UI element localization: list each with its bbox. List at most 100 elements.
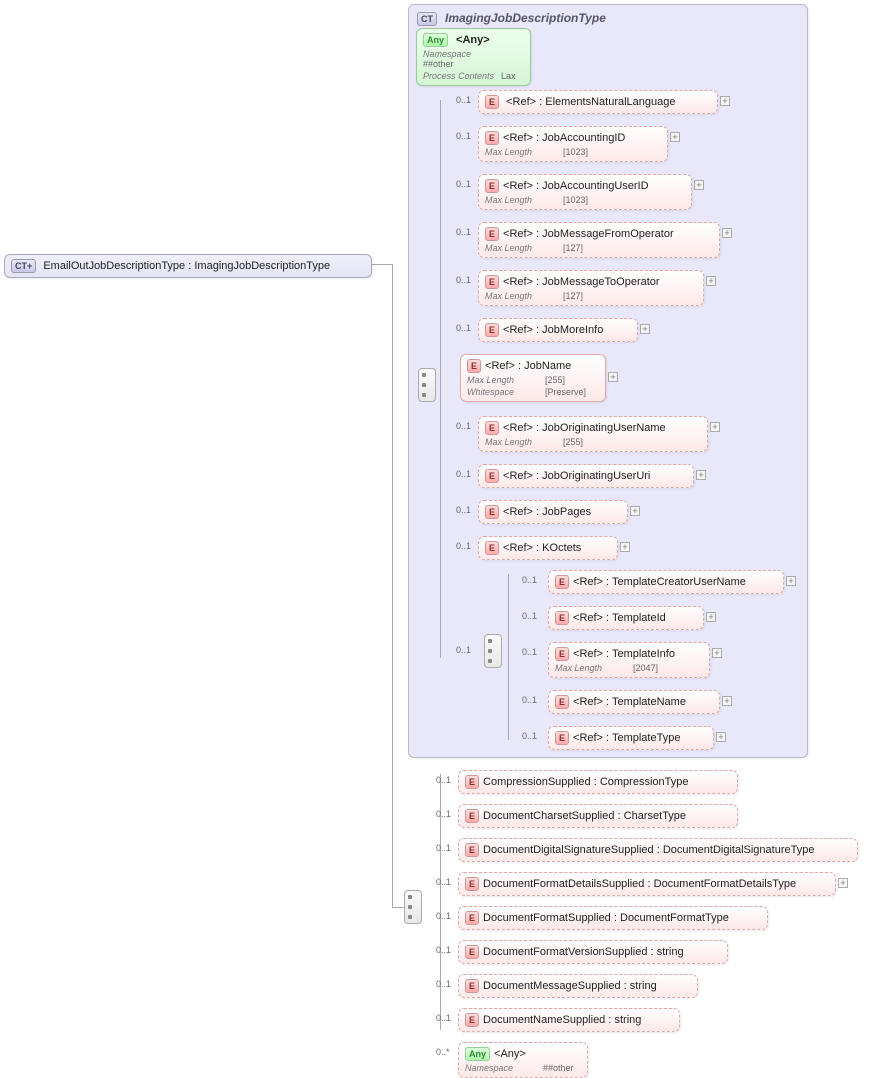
occurrence: 0..1 — [456, 469, 471, 479]
any-wildcard-ext[interactable]: Any<Any> Namespace##other — [458, 1042, 588, 1078]
expand-icon[interactable]: + — [630, 506, 640, 516]
elem-compression-supplied[interactable]: ECompressionSupplied : CompressionType — [458, 770, 738, 794]
template-rail — [508, 574, 518, 740]
occurrence: 0..1 — [522, 647, 537, 657]
ref-template-creator-user-name[interactable]: E<Ref> : TemplateCreatorUserName — [548, 570, 784, 594]
expand-icon[interactable]: + — [620, 542, 630, 552]
root-base: ImagingJobDescriptionType — [194, 260, 330, 272]
expand-icon[interactable]: + — [712, 648, 722, 658]
ref-job-originating-user-uri[interactable]: E<Ref> : JobOriginatingUserUri — [478, 464, 694, 488]
expand-icon[interactable]: + — [720, 96, 730, 106]
ref-template-name[interactable]: E<Ref> : TemplateName — [548, 690, 720, 714]
sequence-icon — [404, 890, 422, 924]
e-badge-icon: E — [485, 323, 499, 337]
ref-job-originating-user-name[interactable]: E<Ref> : JobOriginatingUserName Max Leng… — [478, 416, 708, 452]
e-badge-icon: E — [485, 95, 499, 109]
expand-icon[interactable]: + — [608, 372, 618, 382]
any-badge-icon: Any — [423, 33, 448, 47]
elem-document-message-supplied[interactable]: EDocumentMessageSupplied : string — [458, 974, 698, 998]
elem-document-format-details-supplied[interactable]: EDocumentFormatDetailsSupplied : Documen… — [458, 872, 836, 896]
e-badge-icon: E — [465, 843, 479, 857]
occurrence: 0..1 — [456, 323, 471, 333]
occurrence: 0..1 — [522, 731, 537, 741]
expand-icon[interactable]: + — [710, 422, 720, 432]
occurrence: 0..1 — [456, 541, 471, 551]
connector — [392, 264, 402, 907]
any-meta: Namespace##other — [423, 49, 524, 69]
elem-document-charset-supplied[interactable]: EDocumentCharsetSupplied : CharsetType — [458, 804, 738, 828]
elem-document-name-supplied[interactable]: EDocumentNameSupplied : string — [458, 1008, 680, 1032]
e-badge-icon: E — [485, 469, 499, 483]
occurrence: 0..1 — [436, 809, 451, 819]
occurrence: 0..1 — [456, 227, 471, 237]
occurrence: 0..1 — [436, 843, 451, 853]
expand-icon[interactable]: + — [722, 696, 732, 706]
ref-elements-natural-language[interactable]: E <Ref> : ElementsNaturalLanguage — [478, 90, 718, 114]
connector — [392, 907, 404, 908]
ref-job-accounting-id[interactable]: E<Ref> : JobAccountingID Max Length[1023… — [478, 126, 668, 162]
group-rail — [440, 100, 450, 658]
ref-job-name[interactable]: E<Ref> : JobName Max Length[255] Whitesp… — [460, 354, 606, 402]
elem-document-format-supplied[interactable]: EDocumentFormatSupplied : DocumentFormat… — [458, 906, 768, 930]
occurrence: 0..1 — [436, 979, 451, 989]
occurrence: 0..1 — [522, 695, 537, 705]
occurrence: 0..1 — [456, 95, 471, 105]
occurrence: 0..1 — [456, 275, 471, 285]
expand-icon[interactable]: + — [694, 180, 704, 190]
ref-job-accounting-user-id[interactable]: E<Ref> : JobAccountingUserID Max Length[… — [478, 174, 692, 210]
occurrence: 0..1 — [456, 505, 471, 515]
occurrence: 0..1 — [436, 775, 451, 785]
ref-job-message-to-operator[interactable]: E<Ref> : JobMessageToOperator Max Length… — [478, 270, 704, 306]
ref-template-id[interactable]: E<Ref> : TemplateId — [548, 606, 704, 630]
expand-icon[interactable]: + — [786, 576, 796, 586]
e-badge-icon: E — [485, 227, 499, 241]
occurrence: 0..1 — [522, 575, 537, 585]
expand-icon[interactable]: + — [670, 132, 680, 142]
e-badge-icon: E — [485, 505, 499, 519]
expand-icon[interactable]: + — [706, 276, 716, 286]
expand-icon[interactable]: + — [640, 324, 650, 334]
e-badge-icon: E — [485, 541, 499, 555]
occurrence: 0..1 — [436, 877, 451, 887]
any-label: <Any> — [456, 34, 490, 46]
sequence-icon — [418, 368, 436, 402]
sequence-icon — [484, 634, 502, 668]
e-badge-icon: E — [465, 979, 479, 993]
e-badge-icon: E — [555, 611, 569, 625]
elem-document-format-version-supplied[interactable]: EDocumentFormatVersionSupplied : string — [458, 940, 728, 964]
occurrence: 0..1 — [456, 131, 471, 141]
ref-template-type[interactable]: E<Ref> : TemplateType — [548, 726, 714, 750]
occurrence: 0..1 — [456, 645, 471, 655]
occurrence: 0..1 — [436, 1013, 451, 1023]
ref-job-message-from-operator[interactable]: E<Ref> : JobMessageFromOperator Max Leng… — [478, 222, 720, 258]
e-badge-icon: E — [465, 1013, 479, 1027]
e-badge-icon: E — [485, 179, 499, 193]
elem-document-digital-signature-supplied[interactable]: EDocumentDigitalSignatureSupplied : Docu… — [458, 838, 858, 862]
occurrence: 0..* — [436, 1047, 450, 1057]
e-badge-icon: E — [465, 911, 479, 925]
expand-icon[interactable]: + — [716, 732, 726, 742]
ref-template-info[interactable]: E<Ref> : TemplateInfo Max Length[2047] — [548, 642, 710, 678]
e-badge-icon: E — [467, 359, 481, 373]
e-badge-icon: E — [465, 877, 479, 891]
ref-koctets[interactable]: E<Ref> : KOctets — [478, 536, 618, 560]
expand-icon[interactable]: + — [706, 612, 716, 622]
any-badge-icon: Any — [465, 1047, 490, 1061]
ref-job-more-info[interactable]: E<Ref> : JobMoreInfo — [478, 318, 638, 342]
any-wildcard[interactable]: Any <Any> Namespace##other Process Conten… — [416, 28, 531, 86]
occurrence: 0..1 — [436, 911, 451, 921]
ct-badge-icon: CT — [417, 12, 437, 26]
expand-icon[interactable]: + — [696, 470, 706, 480]
any-meta: Process ContentsLax — [423, 71, 524, 81]
e-badge-icon: E — [485, 421, 499, 435]
root-name: EmailOutJobDescriptionType — [43, 260, 185, 272]
ref-job-pages[interactable]: E<Ref> : JobPages — [478, 500, 628, 524]
e-badge-icon: E — [465, 809, 479, 823]
expand-icon[interactable]: + — [722, 228, 732, 238]
expand-icon[interactable]: + — [838, 878, 848, 888]
e-badge-icon: E — [555, 647, 569, 661]
occurrence: 0..1 — [436, 945, 451, 955]
root-complex-type[interactable]: CT+ EmailOutJobDescriptionType : Imaging… — [4, 254, 372, 278]
group-title: ImagingJobDescriptionType — [445, 11, 606, 25]
occurrence: 0..1 — [456, 179, 471, 189]
